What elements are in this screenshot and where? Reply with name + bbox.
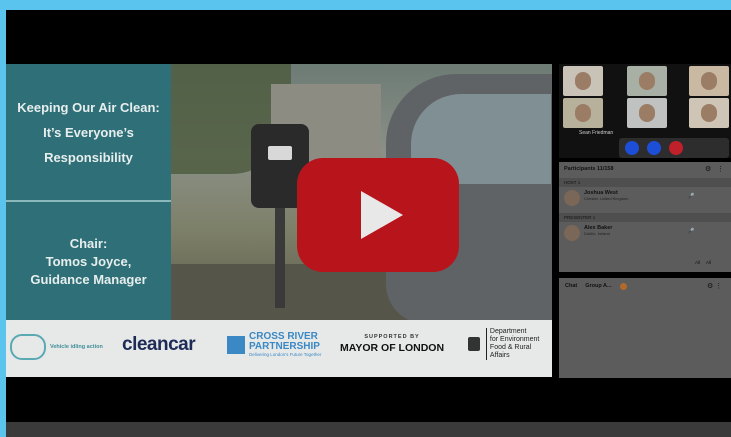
settings-icon[interactable]: ⚙ xyxy=(705,165,711,173)
call-controls xyxy=(619,138,729,158)
video-player[interactable]: Keeping Our Air Clean: It’s Everyone’s R… xyxy=(6,10,731,437)
participant-face xyxy=(575,72,591,90)
video-call-grid: Sean Friedman xyxy=(559,64,731,158)
title-line-1: Keeping Our Air Clean: xyxy=(17,99,160,115)
presenter-section-label: PRESENTER xyxy=(564,215,592,220)
video-tile xyxy=(627,98,667,128)
microphone-icon[interactable] xyxy=(647,141,661,155)
tab-group[interactable]: Group A... xyxy=(585,283,611,290)
speaker-name: Sean Friedman xyxy=(579,130,614,136)
cleancar-logo: cleancar xyxy=(122,334,196,356)
youtube-play-button[interactable] xyxy=(297,158,459,272)
mayor-of-london-logo: SUPPORTED BY MAYOR OF LONDON xyxy=(340,334,444,354)
participant-presenter[interactable]: Alex Baker Dublin, Ireland xyxy=(564,225,612,241)
play-icon xyxy=(361,191,403,239)
all-label-2[interactable]: All xyxy=(706,260,711,265)
chat-settings-icon[interactable]: ⚙ ⋮ xyxy=(707,282,722,290)
title-line-3: Responsibility xyxy=(44,149,133,165)
participant-face xyxy=(639,104,655,122)
participant-face xyxy=(639,72,655,90)
presenter-count: 1 xyxy=(592,215,596,220)
participants-panel: Participants 11/158 ⚙ ⋮ HOST 1 Joshua We… xyxy=(559,162,731,272)
video-tile xyxy=(689,98,729,128)
mute-all-controls[interactable]: All All xyxy=(695,260,711,265)
title-line-2: It’s Everyone’s xyxy=(43,124,134,140)
video-tile xyxy=(563,98,603,128)
chat-panel: Chat Group A... ⚙ ⋮ xyxy=(559,278,731,378)
cross-river-tagline: Delivering London's Future Together xyxy=(249,352,322,357)
charger-pole xyxy=(275,208,285,308)
ev-charging-photo xyxy=(171,64,552,320)
participants-title: Participants 11/158 xyxy=(564,166,614,172)
participant-face xyxy=(701,104,717,122)
player-control-bar[interactable] xyxy=(6,422,731,437)
cross-river-line-2: PARTNERSHIP xyxy=(249,341,320,352)
participant-face xyxy=(701,72,717,90)
presenter-location: Dublin, Ireland xyxy=(584,231,610,236)
car-outline-icon xyxy=(10,334,46,360)
no-idle-text: Vehicle idling action xyxy=(50,344,103,350)
mic-on-icon[interactable]: 🎤 xyxy=(687,193,694,200)
more-icon[interactable]: ⋮ xyxy=(717,165,724,173)
emoji-icon[interactable] xyxy=(619,283,627,290)
all-label-1[interactable]: All xyxy=(695,260,700,265)
video-tile xyxy=(627,66,667,96)
chair-role: Guidance Manager xyxy=(30,272,147,287)
host-location: Chester, United Kingdom xyxy=(584,196,629,201)
embedded-slide: Keeping Our Air Clean: It’s Everyone’s R… xyxy=(6,64,552,377)
slide-left-panel: Keeping Our Air Clean: It’s Everyone’s R… xyxy=(6,64,171,320)
mic-muted-icon[interactable]: 🎤 xyxy=(687,228,694,235)
participant-face xyxy=(575,104,591,122)
sponsor-logos: Vehicle idling action cleancar CROSS RIV… xyxy=(6,320,552,377)
host-count: 1 xyxy=(577,180,581,185)
chair-label: Chair: xyxy=(69,236,108,251)
avatar xyxy=(564,225,580,241)
mayor-text: MAYOR OF LONDON xyxy=(340,342,445,354)
chat-tabs: Chat Group A... xyxy=(565,283,627,290)
cleancar-text: cleancar xyxy=(122,334,196,355)
slide-title: Keeping Our Air Clean: It’s Everyone’s R… xyxy=(6,64,171,202)
defra-line-2: for Environment xyxy=(489,336,540,343)
avatar xyxy=(564,190,580,206)
cross-river-mark-icon xyxy=(227,335,245,354)
participant-host[interactable]: Joshua West Chester, United Kingdom xyxy=(564,190,628,206)
video-tile xyxy=(689,66,729,96)
defra-line-1: Department xyxy=(489,328,527,335)
chair-name: Tomos Joyce, xyxy=(45,254,132,269)
no-idle-logo: Vehicle idling action xyxy=(10,334,103,360)
video-tile xyxy=(563,66,603,96)
royal-crest-icon xyxy=(468,337,480,351)
defra-logo: Department for Environment Food & Rural … xyxy=(468,328,552,360)
cross-river-logo: CROSS RIVER PARTNERSHIP Delivering Londo… xyxy=(227,332,321,357)
host-section-label: HOST xyxy=(564,180,577,185)
host-section: HOST 1 xyxy=(559,178,731,187)
chair-info: Chair: Tomos Joyce, Guidance Manager xyxy=(6,204,171,320)
camera-icon[interactable] xyxy=(625,141,639,155)
hang-up-icon[interactable] xyxy=(669,141,683,155)
presenter-section: PRESENTER 1 xyxy=(559,213,731,222)
tab-chat[interactable]: Chat xyxy=(565,283,577,290)
supported-by-text: SUPPORTED BY xyxy=(364,334,420,340)
charger-screen xyxy=(268,146,292,160)
defra-line-3: Food & Rural Affairs xyxy=(489,344,532,359)
